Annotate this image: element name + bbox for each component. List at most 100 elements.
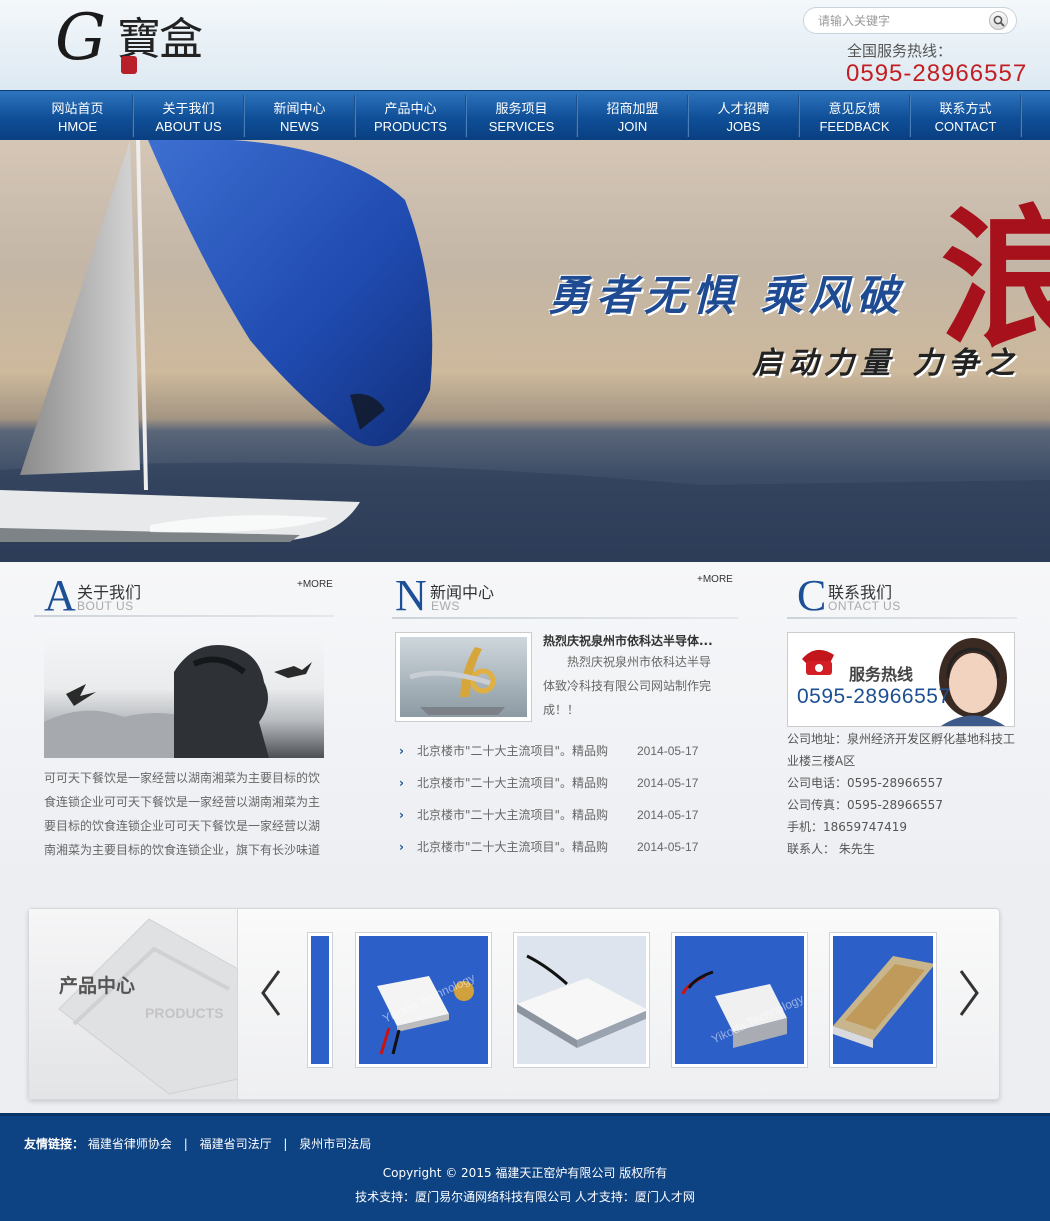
news-featured-title[interactable]: 热烈庆祝泉州市依科达半导体... — [543, 632, 713, 649]
nav-label-zh: 招商加盟 — [606, 102, 659, 117]
about-more-link[interactable]: +MORE — [297, 579, 333, 590]
news-item-title: 北京楼市"二十大主流项目"。精品购 — [417, 744, 609, 758]
about-subtitle: BOUT US — [77, 599, 134, 613]
news-item-date: 2014-05-17 — [637, 840, 699, 854]
product-item[interactable] — [513, 932, 650, 1068]
footer-copyright: Copyright © 2015 福建天正窑炉有限公司 版权所有 — [382, 1166, 668, 1180]
nav-label-zh: 人才招聘 — [717, 102, 770, 117]
hotline-card-number: 0595-28966557 — [797, 685, 951, 708]
chevron-right-icon — [959, 970, 979, 1016]
news-item-title: 北京楼市"二十大主流项目"。精品购 — [417, 808, 609, 822]
product-item[interactable]: Yikoda Technology — [355, 932, 492, 1068]
news-subtitle: EWS — [431, 599, 460, 613]
friend-link-justice-department[interactable]: 福建省司法厅 — [200, 1137, 272, 1151]
about-heading: A 关于我们 BOUT US — [44, 574, 334, 620]
nav-label-zh: 新闻中心 — [273, 102, 326, 117]
peltier-module-image: Yikoda Technology — [377, 971, 477, 1055]
friend-link-bar-association[interactable]: 福建省律师协会 — [88, 1137, 172, 1151]
news-item-date: 2014-05-17 — [637, 776, 699, 790]
logo-seal-icon — [121, 56, 137, 74]
news-list-item[interactable]: › 北京楼市"二十大主流项目"。精品购 2014-05-17 — [395, 772, 715, 804]
nav-label-zh: 服务项目 — [495, 102, 548, 117]
about-initial: A — [44, 571, 76, 620]
product-item[interactable] — [829, 932, 937, 1068]
chevron-right-icon: › — [399, 840, 404, 854]
news-item-date: 2014-05-17 — [637, 744, 699, 758]
contact-details: 公司地址：泉州经济开发区孵化基地科技工业楼三楼A区 公司电话：0595-2896… — [787, 728, 1019, 860]
news-list-item[interactable]: › 北京楼市"二十大主流项目"。精品购 2014-05-17 — [395, 804, 715, 836]
friend-links: 友情链接： 福建省律师协会 | 福建省司法厅 | 泉州市司法局 — [24, 1135, 371, 1152]
contact-person: 联系人： 朱先生 — [787, 842, 875, 856]
nav-label-en: PRODUCTS — [374, 119, 447, 134]
news-list-item[interactable]: › 北京楼市"二十大主流项目"。精品购 2014-05-17 — [395, 740, 715, 772]
contact-subtitle: ONTACT US — [828, 599, 901, 613]
nav-divider — [1020, 95, 1022, 137]
contact-address: 公司地址：泉州经济开发区孵化基地科技工业楼三楼A区 — [787, 732, 1016, 768]
nav-label-en: JOBS — [726, 119, 761, 134]
product-image: Yikoda Technology — [675, 936, 804, 1064]
search-button[interactable] — [989, 11, 1008, 30]
about-divider — [34, 615, 334, 617]
chevron-right-icon: › — [399, 776, 404, 790]
products-carousel: 产品中心 PRODUCTS Yikoda Technology Yikoda T… — [28, 908, 1000, 1100]
nav-label-zh: 产品中心 — [384, 102, 437, 117]
lion-statue-image — [44, 645, 312, 758]
link-separator: | — [183, 1137, 188, 1151]
news-heading: N 新闻中心 EWS — [395, 574, 715, 620]
header: G 寶盒 全国服务热线： 0595-28966557 — [0, 0, 1050, 90]
chevron-right-icon: › — [399, 744, 404, 758]
peltier-module-image — [517, 954, 646, 1048]
nav-label-en: CONTACT — [934, 119, 997, 134]
contact-fax: 公司传真：0595-28966557 — [787, 798, 943, 812]
nav-item-about[interactable]: 关于我们 ABOUT US — [133, 91, 244, 141]
nav-item-contact[interactable]: 联系方式 CONTACT — [910, 91, 1021, 141]
nav-label-en: JOIN — [617, 119, 648, 134]
nav-label-zh: 联系方式 — [939, 102, 992, 117]
nav-label-zh: 网站首页 — [51, 102, 104, 117]
key-image — [409, 647, 505, 715]
hotline-label: 全国服务热线： — [847, 42, 953, 60]
news-item-date: 2014-05-17 — [637, 808, 699, 822]
nav-item-home[interactable]: 网站首页 HMOE — [22, 91, 133, 141]
nav-item-feedback[interactable]: 意见反馈 FEEDBACK — [799, 91, 910, 141]
site-logo[interactable]: G 寶盒 — [55, 6, 225, 82]
nav-label-zh: 关于我们 — [162, 102, 215, 117]
logo-mark: G — [55, 1, 107, 75]
search-input[interactable] — [818, 12, 983, 30]
product-module-graphic — [58, 918, 237, 1095]
main-content: A 关于我们 BOUT US +MORE 可可天下餐饮是一家经营以湖南湘菜为主要… — [0, 562, 1050, 892]
footer: 友情链接： 福建省律师协会 | 福建省司法厅 | 泉州市司法局 Copyrigh… — [0, 1113, 1050, 1221]
nav-label-en: HMOE — [58, 119, 97, 134]
hero-banner[interactable]: 勇者无惧 乘风破 浪 启动力量 力争之 — [0, 140, 1050, 562]
carousel-prev-button[interactable] — [257, 963, 287, 1023]
carousel-next-button[interactable] — [953, 963, 983, 1023]
products-title-box[interactable]: 产品中心 PRODUCTS — [29, 909, 238, 1099]
nav-item-news[interactable]: 新闻中心 NEWS — [244, 91, 355, 141]
contact-divider — [787, 617, 1017, 619]
news-featured-image[interactable] — [395, 632, 532, 722]
nav-item-services[interactable]: 服务项目 SERVICES — [466, 91, 577, 141]
contact-mobile: 手机：18659747419 — [787, 820, 907, 834]
nav-item-join[interactable]: 招商加盟 JOIN — [577, 91, 688, 141]
friend-links-label: 友情链接： — [24, 1137, 85, 1151]
nav-item-products[interactable]: 产品中心 PRODUCTS — [355, 91, 466, 141]
products-subtitle: PRODUCTS — [145, 1005, 224, 1021]
chevron-right-icon: › — [399, 808, 404, 822]
news-featured-desc: 热烈庆祝泉州市依科达半导体致冷科技有限公司网站制作完成！！ — [543, 655, 712, 717]
peltier-module-image — [833, 956, 933, 1048]
search-box — [803, 7, 1017, 34]
product-item-partial[interactable] — [307, 932, 333, 1068]
product-image — [311, 936, 329, 1064]
news-more-link[interactable]: +MORE — [697, 574, 733, 585]
main-nav: 网站首页 HMOE 关于我们 ABOUT US 新闻中心 NEWS 产品中心 P… — [0, 90, 1050, 140]
news-featured-picture — [400, 637, 527, 717]
friend-link-justice-bureau[interactable]: 泉州市司法局 — [299, 1137, 371, 1151]
contact-initial: C — [797, 571, 827, 620]
search-icon — [993, 15, 1005, 27]
nav-item-jobs[interactable]: 人才招聘 JOBS — [688, 91, 799, 141]
product-item[interactable]: Yikoda Technology — [671, 932, 808, 1068]
nav-label-en: ABOUT US — [155, 119, 222, 134]
banner-slogan-main: 勇者无惧 乘风破 — [548, 271, 905, 320]
about-image[interactable] — [44, 632, 324, 758]
news-list-item[interactable]: › 北京楼市"二十大主流项目"。精品购 2014-05-17 — [395, 836, 715, 868]
